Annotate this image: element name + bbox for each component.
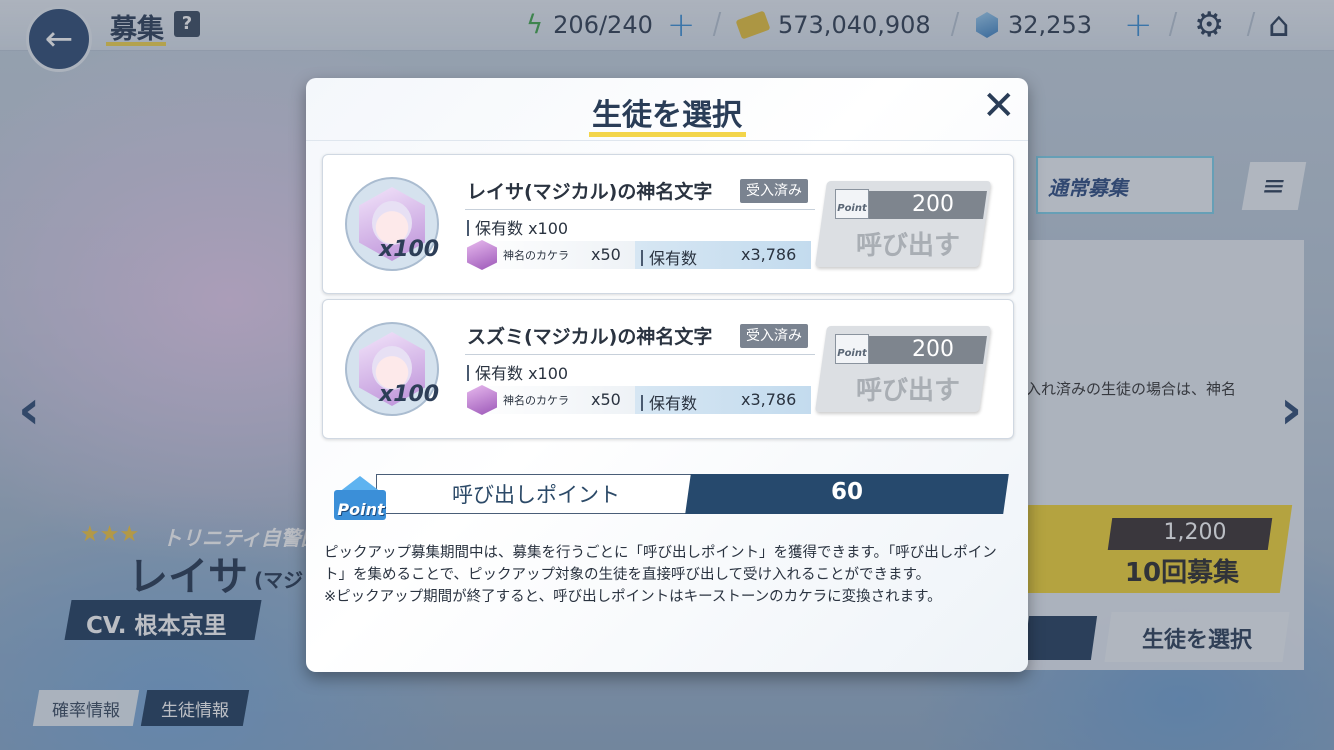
divider xyxy=(465,209,815,210)
point-icon-text: Point xyxy=(337,500,385,519)
divider xyxy=(465,354,815,355)
point-value: 60 xyxy=(830,479,863,505)
dialog-header: 生徒を選択 ✕ xyxy=(306,78,1028,138)
item-name: スズミ(マジカル)の神名文字 xyxy=(467,326,713,348)
point-envelope-icon: Point xyxy=(332,472,390,522)
material-row: 神名のカケラ x50 保有数 x3,786 xyxy=(467,385,811,415)
material-held-label: 保有数 xyxy=(641,245,697,269)
material-held-value: x3,786 xyxy=(741,245,797,264)
point-envelope-icon: Point xyxy=(835,334,869,364)
material-held-label: 保有数 xyxy=(641,390,697,414)
call-cost: 200 xyxy=(912,192,954,217)
description-paragraph: ピックアップ募集期間中は、募集を行うごとに「呼び出しポイント」を獲得できます。「… xyxy=(324,545,997,583)
dialog-description: ピックアップ募集期間中は、募集を行うごとに「呼び出しポイント」を獲得できます。「… xyxy=(324,542,1014,608)
eleph-qty: x100 xyxy=(379,237,440,262)
material-name: 神名のカケラ xyxy=(503,394,569,407)
material-qty: x50 xyxy=(591,245,621,264)
call-label: 呼び出す xyxy=(855,376,960,406)
material-name: 神名のカケラ xyxy=(503,249,569,262)
eleph-qty: x100 xyxy=(379,382,440,407)
student-card: x100 レイサ(マジカル)の神名文字 受入済み 保有数 x100 神名のカケラ… xyxy=(322,154,1014,294)
select-student-dialog: 生徒を選択 ✕ x100 レイサ(マジカル)の神名文字 受入済み 保有数 x10… xyxy=(306,78,1028,672)
point-envelope-icon: Point xyxy=(835,189,869,219)
owned-count: 保有数 x100 xyxy=(467,215,568,239)
owned-count: 保有数 x100 xyxy=(467,360,568,384)
dialog-title-underline xyxy=(589,132,746,137)
description-note: ※ピックアップ期間が終了すると、呼び出しポイントはキーストーンのカケラに変換され… xyxy=(324,589,942,605)
call-label: 呼び出す xyxy=(855,231,960,261)
dialog-title: 生徒を選択 xyxy=(592,98,742,133)
material-held-value: x3,786 xyxy=(741,390,797,409)
point-label: 呼び出しポイント xyxy=(452,483,620,507)
call-point-bar: 呼び出しポイント 60 Point xyxy=(332,472,1009,522)
recruited-badge: 受入済み xyxy=(740,324,808,348)
divider xyxy=(306,140,1028,141)
material-row: 神名のカケラ x50 保有数 x3,786 xyxy=(467,240,811,270)
item-name: レイサ(マジカル)の神名文字 xyxy=(467,181,713,203)
call-cost: 200 xyxy=(912,337,954,362)
close-icon[interactable]: ✕ xyxy=(982,86,1016,126)
material-qty: x50 xyxy=(591,390,621,409)
recruited-badge: 受入済み xyxy=(740,179,808,203)
student-card: x100 スズミ(マジカル)の神名文字 受入済み 保有数 x100 神名のカケラ… xyxy=(322,299,1014,439)
